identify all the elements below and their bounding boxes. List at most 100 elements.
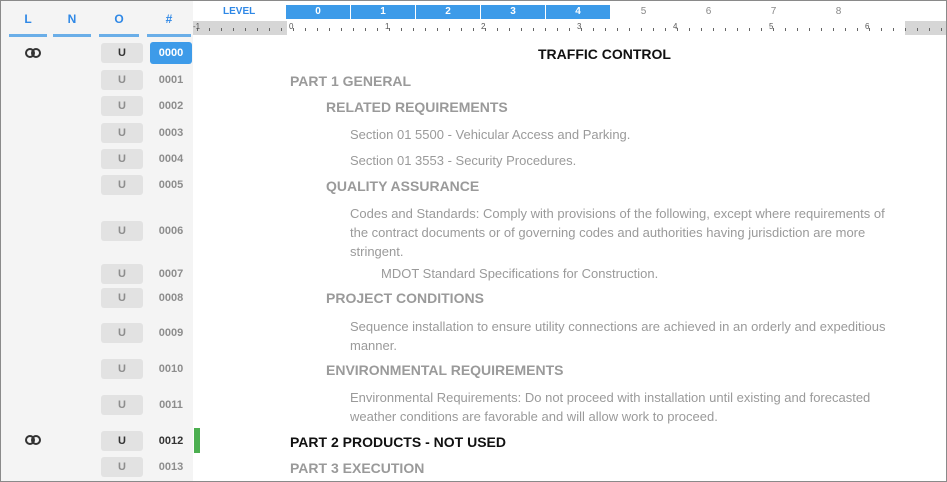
part-heading[interactable]: PART 2 PRODUCTS - NOT USED: [290, 433, 506, 452]
ruler-tick: [545, 28, 546, 31]
row-number[interactable]: 0007: [150, 263, 192, 285]
row-number[interactable]: 0010: [150, 358, 192, 380]
ruler-tick: [809, 28, 810, 31]
article-heading[interactable]: ENVIRONMENTAL REQUIREMENTS: [326, 361, 564, 380]
outline-toggle-button[interactable]: U: [101, 221, 143, 241]
ruler-tick: [473, 28, 474, 31]
ruler-tick: [533, 28, 534, 31]
ruler-tick: [461, 28, 462, 31]
outline-toggle-button[interactable]: U: [101, 323, 143, 343]
subparagraph[interactable]: MDOT Standard Specifications for Constru…: [381, 264, 658, 283]
ruler-tick: [701, 28, 702, 31]
outline-toggle-button[interactable]: U: [101, 123, 143, 143]
ruler-tick: [857, 28, 858, 31]
row-number[interactable]: 0004: [150, 148, 192, 170]
ruler-number: 1: [385, 22, 390, 31]
paragraph[interactable]: Section 01 3553 - Security Procedures.: [350, 151, 576, 170]
ruler-tick: [233, 28, 234, 31]
ruler-tick: [665, 28, 666, 31]
ruler-tick: [341, 28, 342, 31]
ruler-number: 4: [673, 22, 678, 31]
row-number[interactable]: 0009: [150, 322, 192, 344]
outline-toggle-button[interactable]: U: [101, 431, 143, 451]
level-8[interactable]: 8: [806, 5, 871, 19]
outline-toggle-button[interactable]: U: [101, 70, 143, 90]
ruler-tick: [425, 28, 426, 31]
link-icon[interactable]: [21, 46, 45, 60]
paragraph[interactable]: Section 01 5500 - Vehicular Access and P…: [350, 125, 630, 144]
paragraph-line[interactable]: manner.: [350, 336, 397, 355]
article-heading[interactable]: PROJECT CONDITIONS: [326, 289, 484, 308]
column-header-n[interactable]: N: [53, 7, 91, 37]
ruler-tick: [401, 28, 402, 31]
outline-toggle-button[interactable]: U: [101, 457, 143, 477]
ruler-tick: [329, 28, 330, 31]
level-7[interactable]: 7: [741, 5, 806, 19]
paragraph-line[interactable]: Environmental Requirements: Do not proce…: [350, 388, 870, 407]
column-header-number[interactable]: #: [147, 7, 191, 37]
paragraph-line[interactable]: weather conditions are favorable and wil…: [350, 407, 718, 426]
ruler-tick: [557, 28, 558, 31]
ruler-tick: [785, 28, 786, 31]
outline-toggle-button[interactable]: U: [101, 288, 143, 308]
column-header-l[interactable]: L: [9, 7, 47, 37]
ruler-tick: [749, 28, 750, 31]
row-number[interactable]: 0011: [150, 394, 192, 416]
column-header-o[interactable]: O: [99, 7, 139, 37]
paragraph-line[interactable]: the contract documents or of governing c…: [350, 223, 865, 242]
outline-toggle-button[interactable]: U: [101, 149, 143, 169]
paragraph-line[interactable]: stringent.: [350, 242, 403, 261]
level-6[interactable]: 6: [676, 5, 741, 19]
part-heading[interactable]: PART 3 EXECUTION: [290, 459, 424, 478]
outline-toggle-button[interactable]: U: [101, 96, 143, 116]
article-heading[interactable]: QUALITY ASSURANCE: [326, 177, 479, 196]
ruler-tick: [305, 28, 306, 31]
row-number[interactable]: 0000: [150, 42, 192, 64]
ruler-tick: [413, 28, 414, 31]
level-1[interactable]: 1: [351, 5, 416, 19]
ruler-tick: [845, 28, 846, 31]
ruler-tick: [617, 28, 618, 31]
level-0[interactable]: 0: [286, 5, 351, 19]
ruler-number: 2: [481, 22, 486, 31]
row-number[interactable]: 0008: [150, 287, 192, 309]
outline-toggle-button[interactable]: U: [101, 43, 143, 63]
paragraph-line[interactable]: Codes and Standards: Comply with provisi…: [350, 204, 885, 223]
level-5[interactable]: 5: [611, 5, 676, 19]
ruler-tick: [353, 28, 354, 31]
outline-toggle-button[interactable]: U: [101, 359, 143, 379]
paragraph-line[interactable]: Sequence installation to ensure utility …: [350, 317, 886, 336]
change-marker: [194, 428, 200, 453]
ruler-number: 3: [577, 22, 582, 31]
ruler-tick: [269, 28, 270, 31]
ruler-tick: [449, 28, 450, 31]
ruler-tick: [713, 28, 714, 31]
ruler-number: 5: [769, 22, 774, 31]
outline-toggle-button[interactable]: U: [101, 264, 143, 284]
row-number[interactable]: 0005: [150, 174, 192, 196]
level-4[interactable]: 4: [546, 5, 611, 19]
outline-toggle-button[interactable]: U: [101, 175, 143, 195]
ruler-tick: [221, 28, 222, 31]
ruler-tick: [209, 28, 210, 31]
row-number[interactable]: 0012: [150, 430, 192, 452]
level-3[interactable]: 3: [481, 5, 546, 19]
ruler-tick: [653, 28, 654, 31]
ruler-tick: [605, 28, 606, 31]
part-heading[interactable]: PART 1 GENERAL: [290, 72, 411, 91]
ruler-tick: [281, 28, 282, 31]
row-number[interactable]: 0002: [150, 95, 192, 117]
row-number[interactable]: 0003: [150, 122, 192, 144]
article-heading[interactable]: RELATED REQUIREMENTS: [326, 98, 508, 117]
ruler-tick: [437, 28, 438, 31]
row-number[interactable]: 0001: [150, 69, 192, 91]
ruler-tick: [629, 28, 630, 31]
row-number[interactable]: 0013: [150, 456, 192, 478]
ruler-tick: [317, 28, 318, 31]
outline-toggle-button[interactable]: U: [101, 395, 143, 415]
section-title[interactable]: TRAFFIC CONTROL: [538, 45, 671, 64]
level-2[interactable]: 2: [416, 5, 481, 19]
ruler-tick: [245, 28, 246, 31]
row-number[interactable]: 0006: [150, 220, 192, 242]
link-icon[interactable]: [21, 433, 45, 447]
